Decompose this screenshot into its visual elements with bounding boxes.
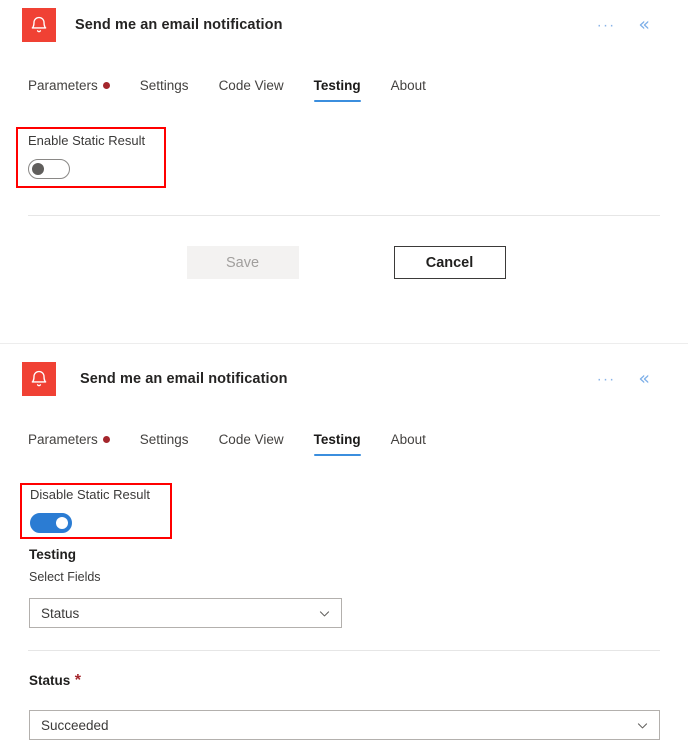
tab-label: Testing bbox=[313, 78, 361, 93]
disable-static-result-group: Disable Static Result bbox=[30, 487, 150, 533]
tab-label: Testing bbox=[313, 432, 361, 447]
action-card-bottom: Send me an email notification ··· « Para… bbox=[0, 343, 688, 746]
tab-code-view[interactable]: Code View bbox=[219, 432, 284, 456]
section-divider bbox=[28, 215, 660, 216]
page-title: Send me an email notification bbox=[80, 371, 288, 387]
status-label: Status bbox=[29, 673, 71, 688]
more-options-icon[interactable]: ··· bbox=[594, 370, 619, 389]
cancel-button[interactable]: Cancel bbox=[393, 246, 506, 279]
tab-label: Code View bbox=[218, 432, 284, 447]
chevron-down-icon bbox=[319, 610, 330, 616]
tab-testing[interactable]: Testing bbox=[313, 432, 361, 456]
tab-testing[interactable]: Testing bbox=[313, 78, 361, 102]
required-marker: * bbox=[74, 672, 81, 689]
select-fields-label: Select Fields bbox=[29, 570, 101, 584]
tab-parameters[interactable]: Parameters bbox=[28, 432, 110, 456]
toggle-knob bbox=[32, 163, 44, 175]
enable-static-result-group: Enable Static Result bbox=[28, 133, 145, 179]
collapse-chevron-icon[interactable]: « bbox=[636, 369, 652, 389]
tab-label: Parameters bbox=[28, 78, 98, 93]
static-result-toggle[interactable] bbox=[28, 159, 70, 179]
select-fields-value: Status bbox=[41, 605, 80, 621]
tab-about[interactable]: About bbox=[391, 432, 426, 456]
tab-label: Settings bbox=[139, 432, 189, 447]
tab-parameters[interactable]: Parameters bbox=[28, 78, 110, 102]
card-header: Send me an email notification ··· « bbox=[22, 354, 666, 404]
card-header: Send me an email notification ··· « bbox=[22, 0, 666, 50]
collapse-chevron-icon[interactable]: « bbox=[636, 15, 652, 35]
tab-settings[interactable]: Settings bbox=[140, 432, 189, 456]
tab-label: Parameters bbox=[28, 432, 98, 447]
action-card-top: Send me an email notification ··· « Para… bbox=[0, 0, 688, 343]
tab-label: About bbox=[390, 432, 426, 447]
more-options-icon[interactable]: ··· bbox=[594, 16, 619, 35]
static-result-label: Enable Static Result bbox=[28, 133, 146, 148]
toggle-knob bbox=[56, 517, 68, 529]
unsaved-changes-dot-icon bbox=[102, 82, 110, 89]
tab-label: Settings bbox=[139, 78, 189, 93]
tab-settings[interactable]: Settings bbox=[140, 78, 189, 102]
status-value: Succeeded bbox=[41, 717, 109, 733]
unsaved-changes-dot-icon bbox=[102, 436, 110, 443]
static-result-toggle[interactable] bbox=[30, 513, 72, 533]
bell-icon bbox=[22, 8, 56, 42]
tab-list: Parameters Settings Code View Testing Ab… bbox=[28, 432, 426, 456]
select-fields-dropdown[interactable]: Status bbox=[29, 598, 342, 628]
header-actions: ··· « bbox=[594, 15, 652, 35]
page-title: Send me an email notification bbox=[75, 17, 283, 33]
testing-section-heading: Testing bbox=[29, 547, 76, 562]
tab-label: About bbox=[390, 78, 426, 93]
tab-about[interactable]: About bbox=[391, 78, 426, 102]
save-button[interactable]: Save bbox=[186, 246, 299, 279]
status-dropdown[interactable]: Succeeded bbox=[29, 710, 660, 740]
header-actions: ··· « bbox=[594, 369, 652, 389]
status-field-label: Status * bbox=[29, 672, 81, 690]
form-actions: Save Cancel bbox=[146, 246, 546, 279]
tab-list: Parameters Settings Code View Testing Ab… bbox=[28, 78, 426, 102]
static-result-label: Disable Static Result bbox=[30, 487, 150, 502]
section-divider-two bbox=[28, 650, 660, 651]
bell-icon bbox=[22, 362, 56, 396]
tab-code-view[interactable]: Code View bbox=[219, 78, 284, 102]
chevron-down-icon bbox=[637, 722, 648, 728]
tab-label: Code View bbox=[218, 78, 284, 93]
